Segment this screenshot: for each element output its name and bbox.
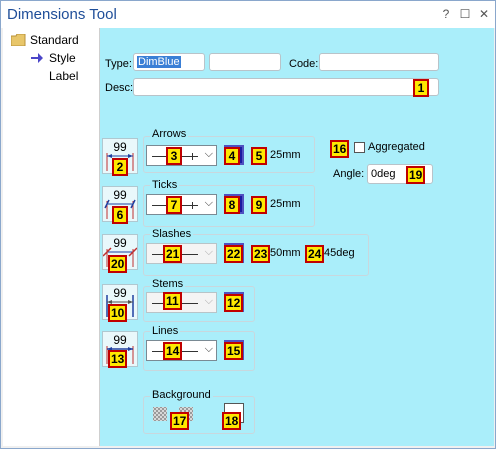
aggregated-label: Aggregated [368, 141, 425, 153]
slashes-group-title: Slashes [150, 228, 194, 240]
chevron-down-icon: ⌵ [204, 246, 213, 258]
type-field[interactable]: DimBlue [133, 53, 205, 71]
badge-10: 10 [108, 304, 128, 322]
badge-8: 8 [224, 196, 240, 214]
badge-22: 22 [224, 245, 244, 263]
tick-mark [192, 202, 193, 209]
badge-17: 17 [170, 412, 190, 430]
tick-mark [192, 153, 193, 160]
arrows-size-value[interactable]: 25mm [270, 149, 301, 161]
badge-5: 5 [251, 147, 267, 165]
badge-6: 6 [112, 206, 128, 224]
slashes-angle-value[interactable]: 45deg [324, 247, 355, 259]
badge-2: 2 [112, 158, 128, 176]
badge-1: 1 [413, 79, 429, 97]
badge-11: 11 [163, 292, 182, 310]
badge-4: 4 [224, 147, 240, 165]
type-value: DimBlue [137, 56, 181, 68]
window-title: Dimensions Tool [7, 6, 117, 23]
angle-label: Angle: [333, 168, 365, 180]
restore-button[interactable]: ☐ [457, 6, 473, 22]
tree-item-label-node[interactable]: Label [49, 69, 78, 83]
arrows-group-title: Arrows [150, 128, 189, 140]
style-tree: Standard Style Label [3, 28, 100, 446]
badge-21: 21 [163, 245, 183, 263]
folder-icon [10, 33, 26, 47]
badge-3: 3 [166, 147, 182, 165]
ticks-group-title: Ticks [150, 179, 180, 191]
lines-group-title: Lines [150, 325, 181, 337]
code-field[interactable] [319, 53, 439, 71]
tree-item-label: Standard [30, 33, 79, 47]
tree-item-standard[interactable]: Standard [10, 33, 79, 47]
help-button[interactable]: ? [438, 6, 454, 22]
badge-19: 19 [406, 166, 426, 184]
stems-group-title: Stems [150, 278, 186, 290]
close-button[interactable]: ✕ [476, 6, 492, 22]
badge-15: 15 [224, 342, 244, 360]
badge-23: 23 [251, 245, 271, 263]
aggregated-checkbox[interactable] [354, 142, 365, 153]
arrow-right-icon [31, 53, 43, 63]
chevron-down-icon: ⌵ [204, 148, 213, 160]
dimensions-tool-window: Dimensions Tool ? ☐ ✕ Standard Style Lab… [0, 0, 496, 449]
badge-24: 24 [305, 245, 325, 263]
chevron-down-icon: ⌵ [204, 295, 213, 307]
code-label: Code: [289, 58, 319, 70]
type-label: Type: [105, 58, 132, 70]
slashes-size-value[interactable]: 50mm [270, 247, 301, 259]
badge-16: 16 [330, 140, 350, 158]
style-editor-panel: Type: DimBlue Code: Desc: 1 99 2 Arrows [100, 28, 494, 446]
title-bar: Dimensions Tool ? ☐ ✕ [1, 1, 495, 28]
desc-field[interactable] [133, 78, 439, 96]
desc-label: Desc: [105, 82, 134, 94]
badge-7: 7 [166, 196, 182, 214]
badge-18: 18 [222, 412, 242, 430]
badge-13: 13 [108, 350, 128, 368]
badge-20: 20 [108, 255, 128, 273]
tree-item-label: Style [49, 51, 76, 65]
background-group-title: Background [150, 389, 213, 401]
tree-item-label: Label [49, 69, 79, 83]
type-extra-field[interactable] [209, 53, 281, 71]
badge-14: 14 [163, 342, 183, 360]
badge-12: 12 [224, 294, 244, 312]
chevron-down-icon: ⌵ [204, 197, 213, 209]
tree-item-style[interactable]: Style [31, 51, 76, 65]
chevron-down-icon: ⌵ [204, 343, 213, 355]
badge-9: 9 [251, 196, 267, 214]
ticks-size-value[interactable]: 25mm [270, 198, 301, 210]
